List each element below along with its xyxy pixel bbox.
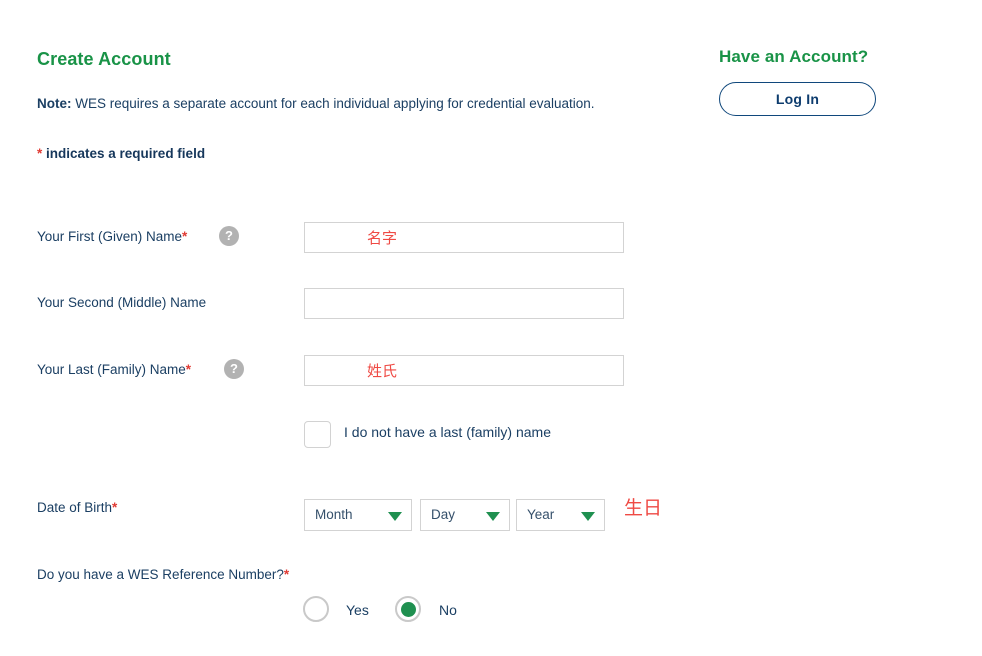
wes-reference-yes-label[interactable]: Yes: [346, 602, 369, 618]
no-last-name-label[interactable]: I do not have a last (family) name: [344, 424, 551, 440]
no-last-name-checkbox[interactable]: [304, 421, 331, 448]
middle-name-input[interactable]: [304, 288, 624, 319]
required-field-hint: * indicates a required field: [37, 146, 205, 161]
chevron-down-icon: [486, 512, 500, 521]
first-name-label: Your First (Given) Name*: [37, 229, 187, 244]
birth-year-select[interactable]: Year: [516, 499, 605, 531]
note-text: Note: WES requires a separate account fo…: [37, 96, 595, 111]
birth-month-value: Month: [315, 507, 353, 522]
last-name-input[interactable]: [304, 355, 624, 386]
radio-selected-dot: [400, 601, 416, 617]
wes-reference-no-label[interactable]: No: [439, 602, 457, 618]
chevron-down-icon: [581, 512, 595, 521]
birth-day-value: Day: [431, 507, 456, 522]
birth-year-value: Year: [527, 507, 555, 522]
first-name-input[interactable]: [304, 222, 624, 253]
wes-reference-radio-yes[interactable]: [303, 596, 329, 622]
last-name-required-asterisk: *: [185, 362, 192, 377]
date-of-birth-annotation: 生日: [624, 498, 663, 519]
note-body: WES requires a separate account for each…: [71, 96, 595, 111]
last-name-label: Your Last (Family) Name*: [37, 362, 191, 377]
last-name-label-text: Your Last (Family) Name: [37, 362, 186, 377]
help-icon[interactable]: ?: [219, 226, 239, 246]
first-name-label-text: Your First (Given) Name: [37, 229, 183, 244]
date-of-birth-label: Date of Birth*: [37, 500, 117, 515]
date-of-birth-label-text: Date of Birth: [37, 500, 113, 515]
wes-reference-label-text: Do you have a WES Reference Number?: [37, 567, 284, 582]
birth-day-select[interactable]: Day: [420, 499, 510, 531]
first-name-required-asterisk: *: [182, 229, 188, 244]
required-hint-text: indicates a required field: [42, 146, 206, 161]
help-icon[interactable]: ?: [224, 359, 244, 379]
date-of-birth-required-asterisk: *: [112, 500, 118, 515]
middle-name-label: Your Second (Middle) Name: [37, 295, 207, 310]
wes-reference-label: Do you have a WES Reference Number?*: [37, 567, 289, 582]
note-label: Note:: [37, 96, 72, 111]
page-title: Create Account: [37, 49, 171, 69]
birth-month-select[interactable]: Month: [304, 499, 412, 531]
chevron-down-icon: [388, 512, 402, 521]
wes-reference-required-asterisk: *: [283, 567, 290, 582]
have-an-account-title: Have an Account?: [719, 47, 869, 66]
log-in-button[interactable]: Log In: [719, 82, 876, 116]
wes-reference-radio-no[interactable]: [395, 596, 421, 622]
